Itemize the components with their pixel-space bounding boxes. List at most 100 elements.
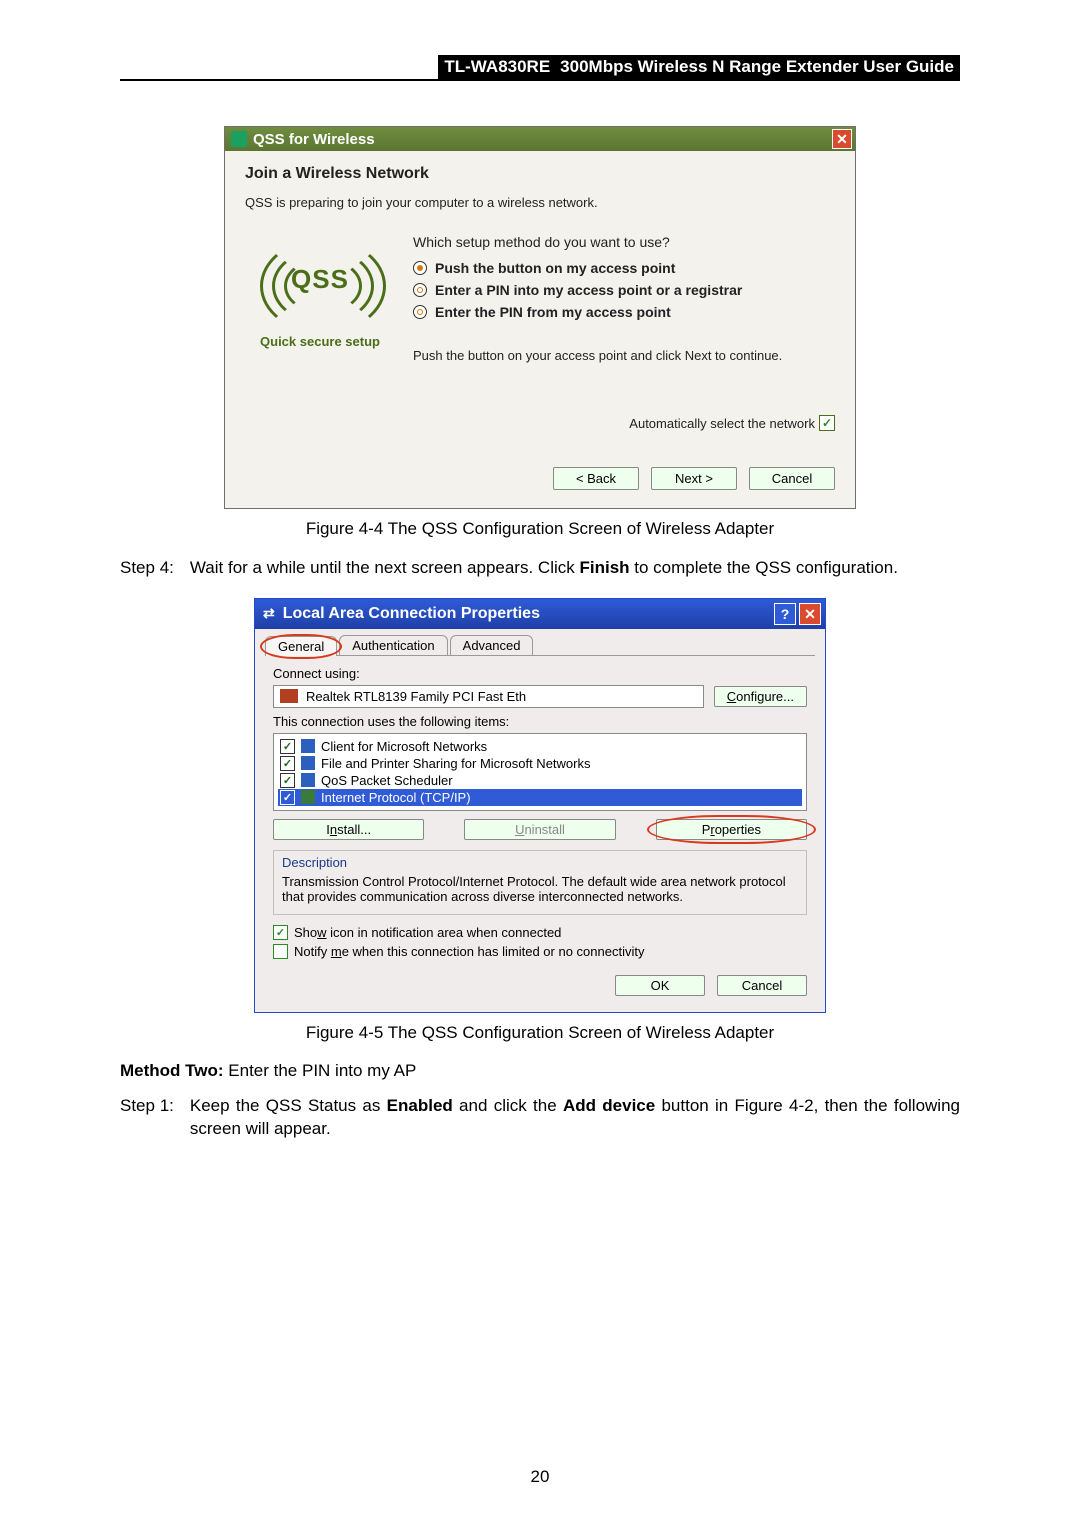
- underline: n: [330, 822, 337, 837]
- b: Add device: [563, 1096, 655, 1115]
- list-item-tcpip[interactable]: ✓ Internet Protocol (TCP/IP): [278, 789, 802, 806]
- t: Sho: [294, 925, 317, 940]
- underline: C: [727, 689, 736, 704]
- configure-button[interactable]: Configure...: [714, 686, 807, 707]
- t: and click the: [453, 1096, 563, 1115]
- qss-logo-label: Quick secure setup: [245, 334, 395, 349]
- qss-logo-panel: QSS Quick secure setup: [245, 232, 395, 363]
- nic-name: Realtek RTL8139 Family PCI Fast Eth: [306, 689, 526, 704]
- qss-logo: QSS: [260, 238, 380, 328]
- checkbox-icon: ✓: [280, 739, 295, 754]
- checkbox-icon: ✓: [280, 773, 295, 788]
- qss-heading: Join a Wireless Network: [245, 165, 835, 183]
- item-label: Internet Protocol (TCP/IP): [321, 790, 471, 805]
- radio-label: Enter a PIN into my access point or a re…: [435, 282, 742, 298]
- radio-option-pin-ap[interactable]: Enter a PIN into my access point or a re…: [413, 282, 835, 298]
- close-icon[interactable]: ✕: [832, 129, 852, 149]
- list-item[interactable]: ✓ Client for Microsoft Networks: [278, 738, 802, 755]
- method-two: Method Two: Enter the PIN into my AP: [120, 1061, 960, 1081]
- caption-4-4: Figure 4-4 The QSS Configuration Screen …: [120, 519, 960, 539]
- doc-title: 300Mbps Wireless N Range Extender User G…: [560, 57, 954, 77]
- next-button[interactable]: Next >: [651, 467, 737, 490]
- step-4: Step 4: Wait for a while until the next …: [120, 557, 960, 580]
- step-text: Wait for a while until the next screen a…: [190, 558, 580, 577]
- step-body: Wait for a while until the next screen a…: [190, 557, 960, 580]
- qss-instruction: Push the button on your access point and…: [413, 348, 835, 363]
- list-item[interactable]: ✓ QoS Packet Scheduler: [278, 772, 802, 789]
- tab-authentication[interactable]: Authentication: [339, 635, 447, 655]
- checkbox-label: Show icon in notification area when conn…: [294, 925, 561, 940]
- lac-title-text: Local Area Connection Properties: [283, 605, 540, 623]
- radio-option-push[interactable]: Push the button on my access point: [413, 260, 835, 276]
- checkbox-icon: ✓: [273, 925, 288, 940]
- underline: w: [317, 925, 326, 940]
- tab-label: General: [278, 639, 324, 654]
- t: e when this connection has limited or no…: [342, 944, 645, 959]
- step-body: Keep the QSS Status as Enabled and click…: [190, 1095, 960, 1141]
- radio-label: Push the button on my access point: [435, 260, 675, 276]
- properties-button[interactable]: Properties: [656, 819, 807, 840]
- t: Notify: [294, 944, 331, 959]
- tab-general[interactable]: General: [265, 636, 337, 656]
- item-label: File and Printer Sharing for Microsoft N…: [321, 756, 590, 771]
- ok-button[interactable]: OK: [615, 975, 705, 996]
- auto-select-row[interactable]: Automatically select the network ✓: [245, 415, 835, 431]
- radio-icon: [413, 261, 427, 275]
- header-bar: TL-WA830RE 300Mbps Wireless N Range Exte…: [120, 55, 960, 81]
- service-icon: [301, 773, 315, 787]
- connection-icon: ⇄: [263, 605, 275, 622]
- tabs: General Authentication Advanced: [265, 635, 815, 656]
- model-label: TL-WA830RE: [444, 57, 550, 77]
- t: icon in notification area when connected: [327, 925, 562, 940]
- protocol-icon: [301, 790, 315, 804]
- items-list: ✓ Client for Microsoft Networks ✓ File a…: [273, 733, 807, 811]
- qss-logo-text: QSS: [260, 264, 380, 295]
- step-label: Step 4:: [120, 557, 174, 580]
- items-label: This connection uses the following items…: [273, 714, 815, 729]
- nic-field: Realtek RTL8139 Family PCI Fast Eth: [273, 685, 704, 708]
- service-icon: [301, 756, 315, 770]
- description-group: Description Transmission Control Protoco…: [273, 850, 807, 915]
- description-text: Transmission Control Protocol/Internet P…: [282, 874, 798, 904]
- step-bold: Finish: [579, 558, 629, 577]
- radio-option-pin-from-ap[interactable]: Enter the PIN from my access point: [413, 304, 835, 320]
- radio-icon: [413, 305, 427, 319]
- checkbox-icon: ✓: [280, 756, 295, 771]
- item-label: Client for Microsoft Networks: [321, 739, 487, 754]
- underline: m: [331, 944, 342, 959]
- connect-using-label: Connect using:: [273, 666, 815, 681]
- back-button[interactable]: < Back: [553, 467, 639, 490]
- auto-select-label: Automatically select the network: [629, 416, 815, 431]
- cancel-button[interactable]: Cancel: [717, 975, 807, 996]
- qss-dialog: QSS for Wireless ✕ Join a Wireless Netwo…: [224, 126, 856, 509]
- qss-titlebar: QSS for Wireless ✕: [225, 127, 855, 151]
- description-label: Description: [282, 855, 798, 870]
- close-icon[interactable]: ✕: [799, 603, 821, 625]
- nic-icon: [280, 689, 298, 703]
- list-item[interactable]: ✓ File and Printer Sharing for Microsoft…: [278, 755, 802, 772]
- qss-subheading: QSS is preparing to join your computer t…: [245, 195, 835, 210]
- checkbox-icon: [273, 944, 288, 959]
- checkbox-label: Notify me when this connection has limit…: [294, 944, 644, 959]
- underline: r: [710, 822, 714, 837]
- notify-checkbox[interactable]: Notify me when this connection has limit…: [273, 944, 807, 959]
- t: Keep the QSS Status as: [190, 1096, 387, 1115]
- service-icon: [301, 739, 315, 753]
- method-label: Method Two:: [120, 1061, 224, 1080]
- radio-icon: [413, 283, 427, 297]
- method-text: Enter the PIN into my AP: [224, 1061, 417, 1080]
- uninstall-button: Uninstall: [464, 819, 615, 840]
- checkbox-icon: ✓: [280, 790, 295, 805]
- cancel-button[interactable]: Cancel: [749, 467, 835, 490]
- step-label: Step 1:: [120, 1095, 174, 1141]
- lac-titlebar: ⇄ Local Area Connection Properties ? ✕: [255, 599, 825, 629]
- qss-question: Which setup method do you want to use?: [413, 234, 835, 250]
- help-icon[interactable]: ?: [774, 603, 796, 625]
- tab-advanced[interactable]: Advanced: [450, 635, 534, 655]
- page-number: 20: [0, 1467, 1080, 1487]
- checkbox-icon: ✓: [819, 415, 835, 431]
- radio-label: Enter the PIN from my access point: [435, 304, 671, 320]
- step-text: to complete the QSS configuration.: [630, 558, 898, 577]
- show-icon-checkbox[interactable]: ✓ Show icon in notification area when co…: [273, 925, 807, 940]
- install-button[interactable]: Install...: [273, 819, 424, 840]
